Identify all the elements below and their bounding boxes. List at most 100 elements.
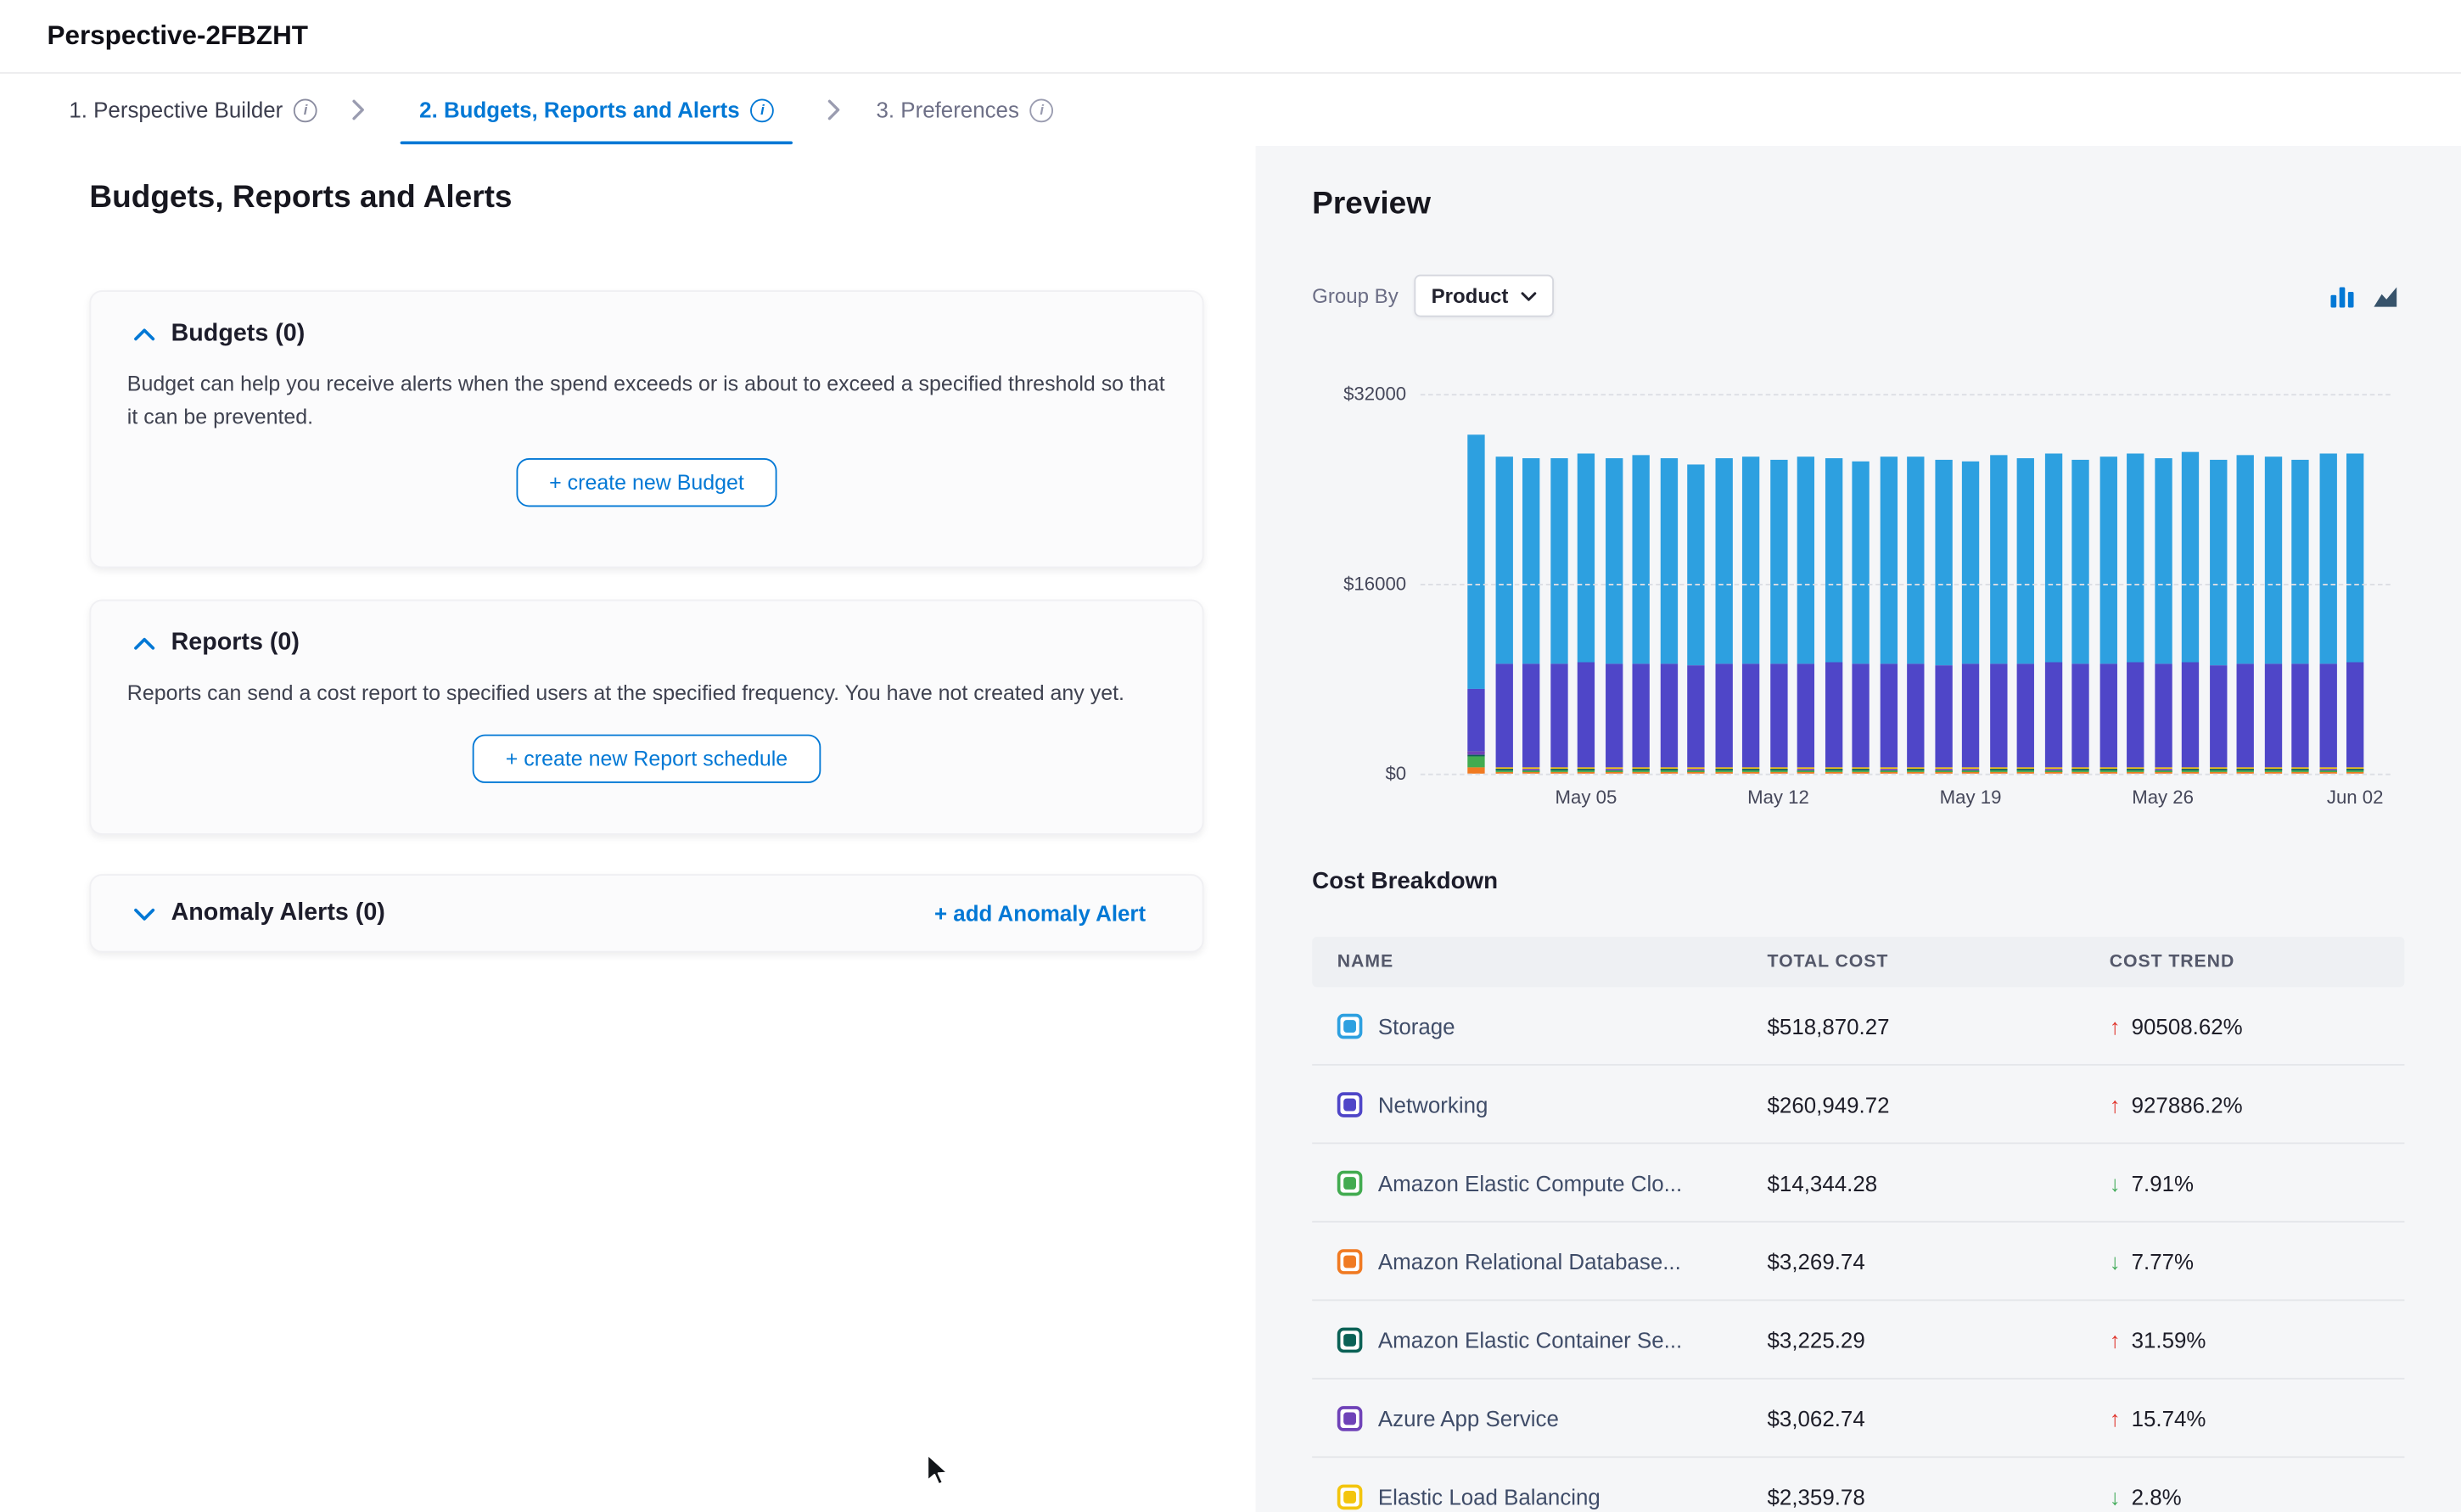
trend-up-arrow-icon: ↑ (2110, 1405, 2121, 1431)
y-axis-label: $0 (1256, 763, 1407, 785)
add-anomaly-alert-link[interactable]: + add Anomaly Alert (934, 901, 1146, 927)
tab-budgets-reports-alerts[interactable]: 2. Budgets, Reports and Alerts i (401, 91, 793, 128)
tab-preferences[interactable]: 3. Preferences i (877, 91, 1054, 128)
legend-color-swatch (1337, 1248, 1363, 1274)
table-row: Amazon Elastic Compute Clo...$14,344.28↓… (1312, 1144, 2404, 1222)
table-row: Elastic Load Balancing $2,359.78↓ 2.8% (1312, 1458, 2404, 1512)
service-name: Storage (1378, 1013, 1455, 1039)
cost-breakdown-title: Cost Breakdown (1312, 868, 1498, 894)
group-by-row: Group By Product (1312, 275, 1554, 317)
trend-down-arrow-icon: ↓ (2110, 1484, 2121, 1509)
stacked-bar (2209, 460, 2226, 773)
info-icon[interactable]: i (294, 98, 317, 122)
stacked-bar (1578, 454, 1595, 773)
y-axis-label: $32000 (1256, 383, 1407, 405)
table-header-row: NAME TOTAL COST COST TREND (1312, 937, 2404, 987)
create-budget-button[interactable]: + create new Budget (516, 458, 776, 507)
create-report-schedule-button[interactable]: + create new Report schedule (473, 734, 821, 782)
stacked-bar (1687, 464, 1704, 774)
trend-up-arrow-icon: ↑ (2110, 1013, 2121, 1039)
trend-value: 7.77% (2132, 1248, 2194, 1274)
stacked-bar (1467, 434, 1484, 774)
budgets-card: Budgets (0) Budget can help you receive … (89, 290, 1203, 568)
total-cost-value: $3,269.74 (1768, 1248, 2110, 1274)
chevron-down-icon (1521, 291, 1536, 300)
trend-value: 90508.62% (2132, 1013, 2243, 1039)
reports-card: Reports (0) Reports can send a cost repo… (89, 600, 1203, 835)
stacked-bar (2319, 454, 2336, 774)
stacked-bar (1632, 456, 1649, 774)
x-axis-label: May 19 (1940, 787, 2002, 809)
table-row: Amazon Elastic Container Se...$3,225.29↑… (1312, 1301, 2404, 1379)
x-axis-label: Jun 02 (2327, 787, 2384, 809)
table-row: Networking$260,949.72↑927886.2% (1312, 1066, 2404, 1144)
info-icon[interactable]: i (751, 98, 775, 122)
x-axis-label: May 05 (1556, 787, 1617, 809)
trend-value: 31.59% (2132, 1327, 2206, 1352)
trend-value: 2.8% (2132, 1484, 2182, 1509)
group-by-select[interactable]: Product (1414, 275, 1554, 317)
bar-chart-toggle-icon[interactable] (2329, 284, 2356, 310)
stacked-bar (1907, 456, 1924, 774)
reports-description: Reports can send a cost report to specif… (127, 678, 1177, 711)
service-name: Amazon Relational Database... (1378, 1248, 1681, 1274)
service-name: Amazon Elastic Compute Clo... (1378, 1170, 1682, 1196)
chevron-up-icon[interactable] (133, 328, 155, 342)
total-cost-value: $518,870.27 (1768, 1013, 2110, 1039)
budgets-card-title: Budgets (0) (171, 320, 306, 348)
preview-title: Preview (1312, 187, 1431, 223)
chevron-right-icon (827, 99, 842, 121)
trend-up-arrow-icon: ↑ (2110, 1327, 2121, 1352)
trend-up-arrow-icon: ↑ (2110, 1091, 2121, 1117)
left-content: Budgets, Reports and Alerts Budgets (0) … (0, 146, 1256, 1512)
gridline (1421, 394, 2391, 395)
total-cost-value: $14,344.28 (1768, 1170, 2110, 1196)
column-header-name: NAME (1312, 953, 1767, 972)
stacked-bar (1660, 458, 1677, 773)
preview-panel: Preview Group By Product $32000 $16000 $0 M… (1256, 146, 2461, 1512)
column-header-cost-trend: COST TREND (2110, 953, 2405, 972)
trend-value: 927886.2% (2132, 1091, 2243, 1117)
stacked-bar (1495, 456, 1512, 774)
stacked-bar (1989, 456, 2006, 774)
trend-down-arrow-icon: ↓ (2110, 1248, 2121, 1274)
cost-chart: $32000$16000$0May 05May 12May 19May 26Ju… (1256, 381, 2461, 804)
anomaly-alerts-card: Anomaly Alerts (0) + add Anomaly Alert (89, 874, 1203, 952)
stacked-bar (1935, 460, 1952, 774)
page-title: Perspective-2FBZHT (47, 20, 308, 52)
tab-label: 3. Preferences (877, 98, 1019, 123)
tab-perspective-builder[interactable]: 1. Perspective Builder i (69, 91, 317, 128)
chevron-down-icon[interactable] (133, 906, 155, 921)
stepper-nav: 1. Perspective Builder i 2. Budgets, Rep… (0, 74, 2461, 146)
legend-color-swatch (1337, 1327, 1363, 1352)
chevron-right-icon (352, 99, 367, 121)
stacked-bar (2099, 456, 2116, 774)
legend-color-swatch (1337, 1091, 1363, 1117)
x-axis-label: May 12 (1747, 787, 1809, 809)
stacked-bar (2237, 456, 2254, 774)
total-cost-value: $3,062.74 (1768, 1405, 2110, 1431)
total-cost-value: $3,225.29 (1768, 1327, 2110, 1352)
app-header: Perspective-2FBZHT (0, 0, 2461, 74)
stacked-bar (2044, 454, 2061, 774)
stacked-bar (1605, 459, 1622, 774)
stacked-bar (1962, 461, 1979, 774)
stacked-bar (1522, 458, 1539, 774)
service-name: Elastic Load Balancing (1378, 1484, 1600, 1509)
table-row: Amazon Relational Database... $3,269.74↓ 7… (1312, 1223, 2404, 1301)
stacked-bar (1797, 457, 1814, 774)
area-chart-toggle-icon[interactable] (2372, 284, 2402, 310)
legend-color-swatch (1337, 1013, 1363, 1039)
cost-breakdown-table: NAME TOTAL COST COST TREND Storage $518,8… (1312, 937, 2404, 1512)
info-icon[interactable]: i (1030, 98, 1054, 122)
stacked-bar (1715, 459, 1732, 774)
chart-type-toggles (2329, 284, 2402, 310)
y-axis-label: $16000 (1256, 573, 1407, 595)
legend-color-swatch (1337, 1405, 1363, 1431)
stacked-bar (2291, 459, 2308, 774)
section-heading: Budgets, Reports and Alerts (89, 181, 512, 217)
stacked-bar (1769, 460, 1786, 773)
total-cost-value: $2,359.78 (1768, 1484, 2110, 1509)
anomaly-alerts-card-title: Anomaly Alerts (0) (171, 899, 385, 927)
chevron-up-icon[interactable] (133, 636, 155, 651)
